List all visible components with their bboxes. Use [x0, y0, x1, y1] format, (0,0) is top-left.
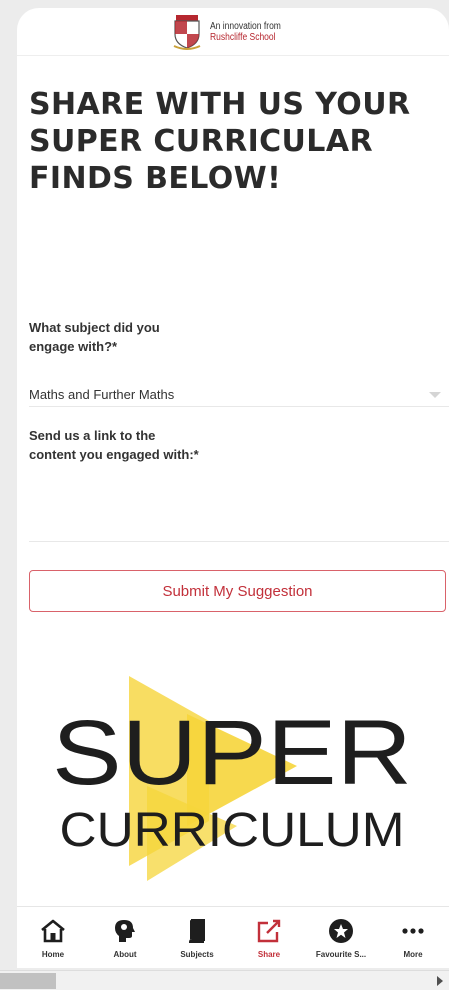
tab-label: More	[403, 950, 423, 959]
share-icon	[257, 919, 281, 943]
tab-favourites[interactable]: Favourite S...	[305, 907, 377, 968]
tab-label: Share	[257, 950, 281, 959]
tab-label: Favourite S...	[315, 950, 367, 959]
logo-text-curriculum: CURRICULUM	[60, 804, 405, 857]
tab-label: Subjects	[180, 950, 214, 959]
scrollbar-thumb[interactable]	[0, 973, 56, 989]
page-title: SHARE WITH US YOUR SUPER CURRICULAR FIND…	[29, 87, 411, 196]
app-header: An innovation from Rushcliffe School	[17, 8, 449, 56]
tab-more[interactable]: More	[377, 907, 449, 968]
tab-subjects[interactable]: Subjects	[161, 907, 233, 968]
subject-label: What subject did you engage with?*	[29, 320, 160, 354]
home-icon	[41, 919, 65, 943]
head-icon	[115, 920, 135, 942]
header-school-name: Rushcliffe School	[210, 31, 276, 43]
horizontal-scrollbar[interactable]	[0, 970, 449, 990]
scroll-right-arrow-icon[interactable]	[437, 976, 443, 986]
star-icon	[329, 919, 353, 943]
subject-select-value: Maths and Further Maths	[29, 387, 175, 402]
app-screen: An innovation from Rushcliffe School SHA…	[17, 8, 449, 968]
header-line1: An innovation from	[210, 20, 282, 32]
submit-suggestion-button[interactable]: Submit My Suggestion	[29, 570, 446, 612]
link-input[interactable]	[29, 502, 449, 542]
school-crest-logo	[173, 14, 201, 50]
chevron-down-icon	[429, 391, 441, 398]
logo-text-super: SUPER	[52, 702, 412, 804]
tab-home[interactable]: Home	[17, 907, 89, 968]
bottom-tab-bar: Home About Subjects Share Favourite S...…	[17, 906, 449, 968]
tab-label: About	[113, 950, 137, 959]
tab-about[interactable]: About	[89, 907, 161, 968]
link-label: Send us a link to the content you engage…	[29, 428, 199, 462]
tab-label: Home	[41, 950, 65, 959]
header-tagline: An innovation from Rushcliffe School	[210, 21, 281, 43]
book-icon	[188, 919, 205, 943]
super-curriculum-logo: SUPER CURRICULUM	[52, 676, 412, 881]
ellipsis-icon	[402, 928, 424, 934]
subject-select[interactable]: Maths and Further Maths	[29, 383, 449, 407]
tab-share[interactable]: Share	[233, 907, 305, 968]
